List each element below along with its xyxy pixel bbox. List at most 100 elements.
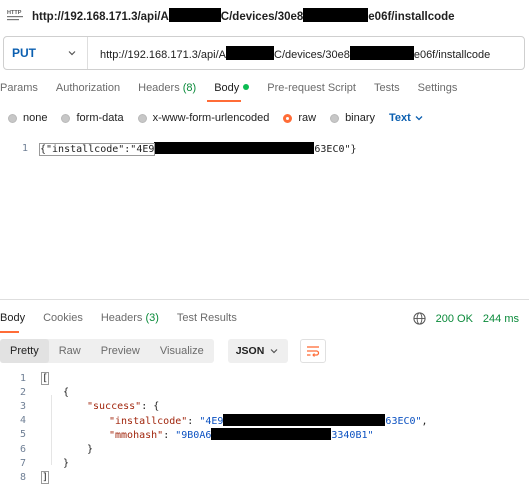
- radio-form-data[interactable]: form-data: [61, 112, 124, 124]
- response-tab-test-results[interactable]: Test Results: [177, 312, 237, 328]
- response-tab-cookies[interactable]: Cookies: [43, 312, 83, 328]
- url-mid: C/devices/30e8: [274, 48, 350, 61]
- title-url-prefix: http://192.168.171.3/api/A: [32, 10, 169, 23]
- url-prefix: http://192.168.171.3/api/A: [100, 48, 226, 61]
- code-line: 7}: [0, 456, 428, 470]
- radio-binary-label: binary: [345, 112, 376, 124]
- code-line: 4 "installcode": "4E9 63EC0",: [0, 414, 428, 428]
- redaction-block: [168, 7, 221, 22]
- tab-body[interactable]: Body: [214, 82, 250, 98]
- request-body-editor[interactable]: 1 {"installcode":"4E9 63EC0"}: [0, 141, 357, 156]
- line-number: 5: [19, 429, 26, 441]
- body-type-selector: none form-data x-www-form-urlencoded raw…: [8, 110, 425, 126]
- headers-count: (8): [182, 82, 197, 94]
- response-body[interactable]: 1[ 2{ 3 "success": { 4 "installcode": "4E9…: [0, 371, 428, 485]
- line-number: 4: [19, 415, 26, 427]
- code-text: }: [63, 457, 70, 469]
- json-key: "success": [87, 400, 142, 412]
- globe-icon[interactable]: [413, 312, 426, 325]
- radio-urlencoded-label: x-www-form-urlencoded: [152, 112, 270, 124]
- tab-settings[interactable]: Settings: [418, 82, 458, 98]
- wrap-lines-icon: [307, 346, 320, 357]
- http-icon: HTTP: [7, 10, 23, 21]
- redaction-block: [303, 7, 369, 22]
- code-text: [: [40, 371, 50, 385]
- code-text: ]: [40, 470, 50, 484]
- code-line: 5 "mmohash": "9B0A6 3340B1": [0, 428, 428, 442]
- redaction-block: [226, 45, 274, 60]
- wrap-lines-button[interactable]: [300, 339, 327, 363]
- line-number: 2: [19, 386, 26, 398]
- tab-tests[interactable]: Tests: [374, 82, 400, 98]
- status-code[interactable]: 200 OK: [436, 313, 473, 325]
- tab-headers[interactable]: Headers (8): [138, 82, 196, 98]
- svg-text:HTTP: HTTP: [7, 10, 22, 16]
- response-tab-headers[interactable]: Headers (3): [101, 312, 159, 328]
- title-row: HTTP http://192.168.171.3/api/A C/devices…: [6, 6, 455, 24]
- method-label: PUT: [12, 46, 36, 60]
- chevron-down-icon: [415, 116, 423, 121]
- code-text: {: [63, 386, 70, 398]
- radio-none[interactable]: none: [8, 112, 47, 124]
- json-string: 63EC0": [385, 416, 422, 428]
- request-bar: PUT http://192.168.171.3/api/A C/devices/…: [3, 36, 525, 70]
- radio-selected-icon: [283, 113, 293, 123]
- radio-circle-icon: [330, 113, 340, 123]
- code-punctuation: :: [187, 416, 200, 428]
- radio-urlencoded[interactable]: x-www-form-urlencoded: [137, 112, 270, 124]
- active-tab-indicator: [207, 100, 241, 102]
- request-body-code: {"installcode":"4E9 63EC0"}: [38, 141, 357, 156]
- code-line: 2{: [0, 385, 428, 399]
- response-format-dropdown[interactable]: JSON: [227, 339, 289, 363]
- view-pretty-button[interactable]: Pretty: [0, 339, 49, 363]
- json-string: "4E9: [199, 416, 224, 428]
- tab-authorization[interactable]: Authorization: [56, 82, 120, 98]
- json-key: "installcode": [109, 416, 188, 428]
- request-body-suffix: 63EC0"}: [314, 143, 357, 155]
- radio-raw[interactable]: raw: [283, 112, 316, 124]
- url-input[interactable]: http://192.168.171.3/api/A C/devices/30e8…: [88, 45, 491, 61]
- code-punctuation: : {: [141, 400, 160, 412]
- response-tabs: Body Cookies Headers (3) Test Results: [0, 312, 255, 328]
- title-url-mid: C/devices/30e8: [220, 10, 304, 23]
- method-dropdown[interactable]: PUT: [4, 37, 88, 69]
- code-text: }: [87, 443, 94, 455]
- line-number: 3: [19, 400, 26, 412]
- radio-binary[interactable]: binary: [330, 112, 375, 124]
- radio-circle-icon: [8, 113, 17, 123]
- line-number: 7: [19, 457, 26, 469]
- code-line: 6}: [0, 442, 428, 456]
- url-suffix: e06f/installcode: [413, 48, 491, 61]
- redaction-block: [223, 414, 386, 427]
- radio-none-label: none: [23, 112, 48, 124]
- response-time[interactable]: 244 ms: [483, 313, 519, 325]
- view-raw-button[interactable]: Raw: [49, 339, 91, 363]
- view-visualize-button[interactable]: Visualize: [150, 339, 214, 363]
- line-number: 6: [19, 443, 26, 455]
- raw-format-dropdown[interactable]: Text: [389, 112, 425, 124]
- view-preview-button[interactable]: Preview: [91, 339, 150, 363]
- line-number: 1: [21, 142, 28, 154]
- request-title[interactable]: http://192.168.171.3/api/A C/devices/30e8…: [32, 7, 455, 23]
- json-string: 3340B1": [331, 430, 374, 442]
- tab-headers-label: Headers: [138, 82, 180, 94]
- tab-body-label: Body: [214, 82, 240, 94]
- radio-form-data-label: form-data: [76, 112, 124, 124]
- active-tab-indicator: [0, 331, 19, 333]
- tab-pre-request-script[interactable]: Pre-request Script: [267, 82, 356, 98]
- redaction-block: [349, 45, 414, 60]
- code-line: 8]: [0, 470, 428, 484]
- pane-divider[interactable]: [0, 299, 529, 300]
- response-status: 200 OK 244 ms: [413, 312, 519, 325]
- json-key: "mmohash": [109, 430, 164, 442]
- line-number: 1: [19, 372, 26, 384]
- response-format-label: JSON: [235, 345, 265, 357]
- request-tabs: Params Authorization Headers (8) Body Pr…: [0, 82, 475, 98]
- response-tab-body[interactable]: Body: [0, 312, 25, 328]
- code-punctuation: ,: [421, 416, 428, 428]
- code-punctuation: :: [163, 430, 176, 442]
- radio-circle-icon: [137, 113, 147, 123]
- redaction-block: [154, 141, 315, 154]
- request-body-prefix: {"installcode":"4E9: [38, 142, 156, 156]
- tab-params[interactable]: Params: [0, 82, 38, 98]
